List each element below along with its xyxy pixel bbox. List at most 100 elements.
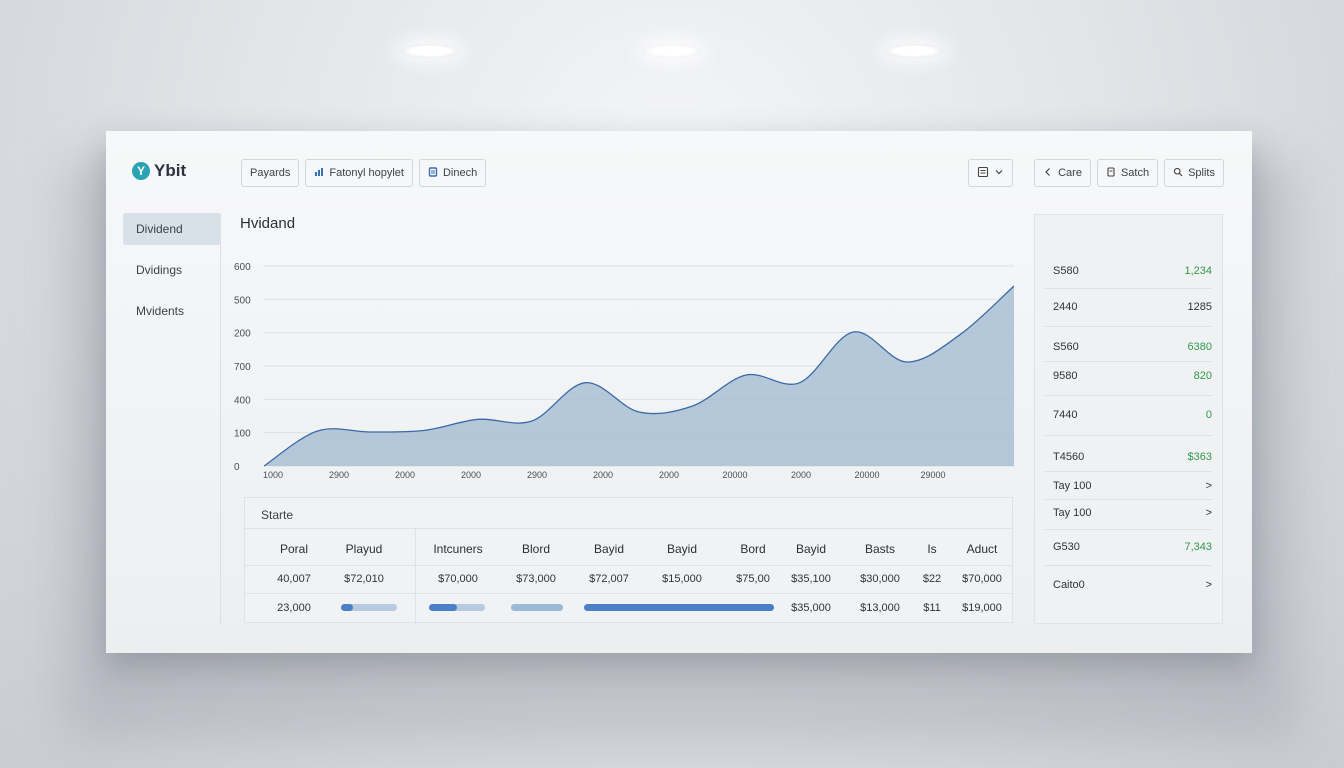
table-cell: $35,000 bbox=[791, 602, 831, 614]
sidebar-item-dividend[interactable]: Dividend bbox=[123, 213, 221, 245]
table-cell: $35,100 bbox=[791, 573, 831, 585]
sidebar-item-dvidings[interactable]: Dvidings bbox=[123, 254, 221, 286]
list-icon bbox=[977, 166, 989, 181]
stats-divider bbox=[1045, 288, 1212, 289]
x-tick-label: 2000 bbox=[395, 470, 415, 480]
stats-label: Tay 100 bbox=[1053, 480, 1092, 492]
stats-value: 820 bbox=[1193, 370, 1212, 382]
stats-label: S560 bbox=[1053, 341, 1079, 353]
stats-value: 1,234 bbox=[1184, 265, 1212, 277]
sidebar-item-mvidents[interactable]: Mvidents bbox=[123, 295, 221, 327]
app-logo[interactable]: Y Ybit bbox=[132, 161, 186, 181]
sidebar-item-label: Dividend bbox=[136, 222, 183, 236]
sidebar-item-label: Mvidents bbox=[136, 304, 185, 318]
table-cell: $72,010 bbox=[344, 573, 384, 585]
table-cell: $70,000 bbox=[438, 573, 478, 585]
stats-label: Caito0 bbox=[1053, 579, 1085, 591]
data-table: Starte Poral Playud Intcuners Blord Bayid Bay… bbox=[244, 497, 1013, 624]
stats-panel: S580 1,234 2440 1285 S560 6380 9580 820 7440 0 T45… bbox=[1034, 214, 1223, 624]
table-header-cell: Poral bbox=[279, 542, 309, 556]
fatonyl-hopylet-button[interactable]: Fatonyl hopylet bbox=[305, 159, 413, 187]
stats-divider bbox=[1045, 435, 1212, 436]
y-tick-label: 400 bbox=[234, 395, 251, 406]
x-tick-label: 20000 bbox=[854, 470, 879, 480]
y-tick-label: 100 bbox=[234, 429, 251, 440]
table-cell: 40,007 bbox=[277, 573, 311, 585]
progress-bar bbox=[341, 604, 397, 611]
y-tick-label: 200 bbox=[234, 329, 251, 340]
x-tick-label: 2000 bbox=[461, 470, 481, 480]
table-cell: $73,000 bbox=[516, 573, 556, 585]
satch-button[interactable]: Satch bbox=[1096, 159, 1159, 187]
button-label: Care bbox=[1058, 167, 1082, 179]
progress-bar-fill bbox=[584, 604, 774, 611]
chevron-right-icon: > bbox=[1205, 507, 1212, 519]
x-tick-label: 2000 bbox=[593, 470, 613, 480]
table-header-cell: Bayid bbox=[593, 542, 625, 556]
stats-divider bbox=[1045, 529, 1212, 530]
doc-icon bbox=[428, 166, 438, 180]
table-header-cell: Bord bbox=[740, 542, 766, 556]
progress-bar bbox=[511, 604, 563, 611]
stats-divider bbox=[1045, 394, 1212, 396]
table-cell: $15,000 bbox=[662, 573, 702, 585]
button-label: Satch bbox=[1120, 167, 1150, 179]
dashboard-panel: Y Ybit Dividend Dvidings Mvidents Payard… bbox=[106, 131, 1252, 653]
table-cell: $70,000 bbox=[962, 573, 1002, 585]
care-button[interactable]: Care bbox=[1034, 159, 1091, 187]
progress-bar bbox=[584, 604, 774, 611]
x-tick-label: 20000 bbox=[722, 470, 747, 480]
stats-label: S580 bbox=[1053, 265, 1079, 277]
app-name: Ybit bbox=[154, 161, 187, 180]
right-toolbar: Care Satch Splits bbox=[1034, 159, 1224, 187]
button-label: Dinech bbox=[442, 167, 478, 179]
table-header-cell: Bayid bbox=[795, 542, 827, 556]
x-tick-label: 2000 bbox=[791, 470, 811, 480]
series-area bbox=[264, 286, 1014, 466]
page-title: Hvidand bbox=[240, 215, 296, 232]
button-label: Fatonyl hopylet bbox=[329, 167, 404, 179]
table-column-divider bbox=[415, 528, 416, 624]
stats-value: $363 bbox=[1187, 451, 1212, 463]
dividend-area-chart: 60050020070040010001000 2900 2000 2000 2900 2… bbox=[234, 262, 1014, 480]
stats-divider bbox=[1045, 360, 1212, 362]
chevron-left-icon bbox=[1043, 167, 1053, 180]
splits-button[interactable]: Splits bbox=[1164, 159, 1224, 187]
table-header-cell: Aduct bbox=[966, 542, 998, 556]
chart-icon bbox=[314, 167, 324, 180]
doc-icon bbox=[1106, 166, 1116, 180]
stats-label: G530 bbox=[1053, 541, 1080, 553]
x-tick-label: 29000 bbox=[920, 470, 945, 480]
sidebar: Dividend Dvidings Mvidents bbox=[123, 213, 221, 336]
table-cell: $30,000 bbox=[860, 573, 900, 585]
stats-divider bbox=[1045, 326, 1212, 327]
stats-divider bbox=[1045, 470, 1212, 472]
table-cell: $72,007 bbox=[589, 573, 629, 585]
button-label: Payards bbox=[250, 167, 291, 179]
table-divider bbox=[245, 528, 1012, 529]
dinech-button[interactable]: Dinech bbox=[418, 159, 487, 187]
stats-label: 7440 bbox=[1053, 409, 1078, 421]
x-tick-label: 2900 bbox=[527, 470, 547, 480]
stats-label: 2440 bbox=[1053, 301, 1078, 313]
ceiling-light bbox=[642, 44, 702, 58]
table-header-cell: Blord bbox=[521, 542, 551, 556]
x-tick-label: 2900 bbox=[329, 470, 349, 480]
toolbar: Payards Fatonyl hopylet Dinech bbox=[241, 159, 487, 187]
table-cell: $19,000 bbox=[962, 602, 1002, 614]
y-tick-label: 500 bbox=[234, 295, 251, 306]
table-header-cell: Basts bbox=[864, 542, 896, 556]
y-tick-label: 600 bbox=[234, 262, 251, 273]
stats-label: Tay 100 bbox=[1053, 507, 1092, 519]
table-cell: $75,00 bbox=[736, 573, 770, 585]
view-menu-button[interactable] bbox=[968, 159, 1013, 187]
y-tick-label: 0 bbox=[234, 462, 240, 473]
logo-icon: Y bbox=[132, 162, 150, 180]
payards-button[interactable]: Payards bbox=[241, 159, 300, 187]
table-header-cell: Bayid bbox=[666, 542, 698, 556]
progress-bar bbox=[429, 604, 485, 611]
stats-divider bbox=[1045, 498, 1212, 500]
table-divider bbox=[245, 565, 1012, 566]
stats-label: T4560 bbox=[1053, 451, 1085, 463]
table-cell: $13,000 bbox=[860, 602, 900, 614]
